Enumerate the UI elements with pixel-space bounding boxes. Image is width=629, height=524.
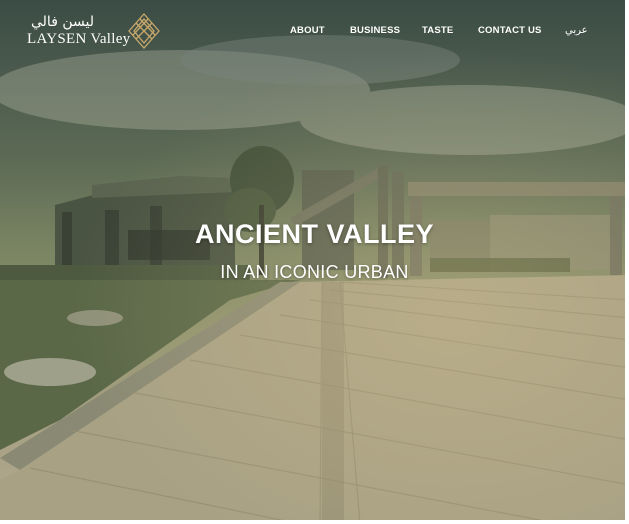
nav-business[interactable]: BUSINESS <box>350 25 400 36</box>
main-nav: ABOUT BUSINESS TASTE CONTACT US عربي <box>0 25 629 39</box>
hero-title: ANCIENT VALLEY <box>194 219 434 249</box>
page-edge-bottom <box>0 520 629 524</box>
nav-taste[interactable]: TASTE <box>422 25 453 36</box>
hero-section: ليسن فالي LAYSEN Valley ABOUT BUSINESS T… <box>0 0 629 524</box>
language-toggle[interactable]: عربي <box>565 25 588 36</box>
nav-contact-us[interactable]: CONTACT US <box>478 25 542 36</box>
hero-subtitle: IN AN ICONIC URBAN <box>220 262 409 282</box>
page-edge-right <box>625 0 629 524</box>
nav-about[interactable]: ABOUT <box>290 25 325 36</box>
